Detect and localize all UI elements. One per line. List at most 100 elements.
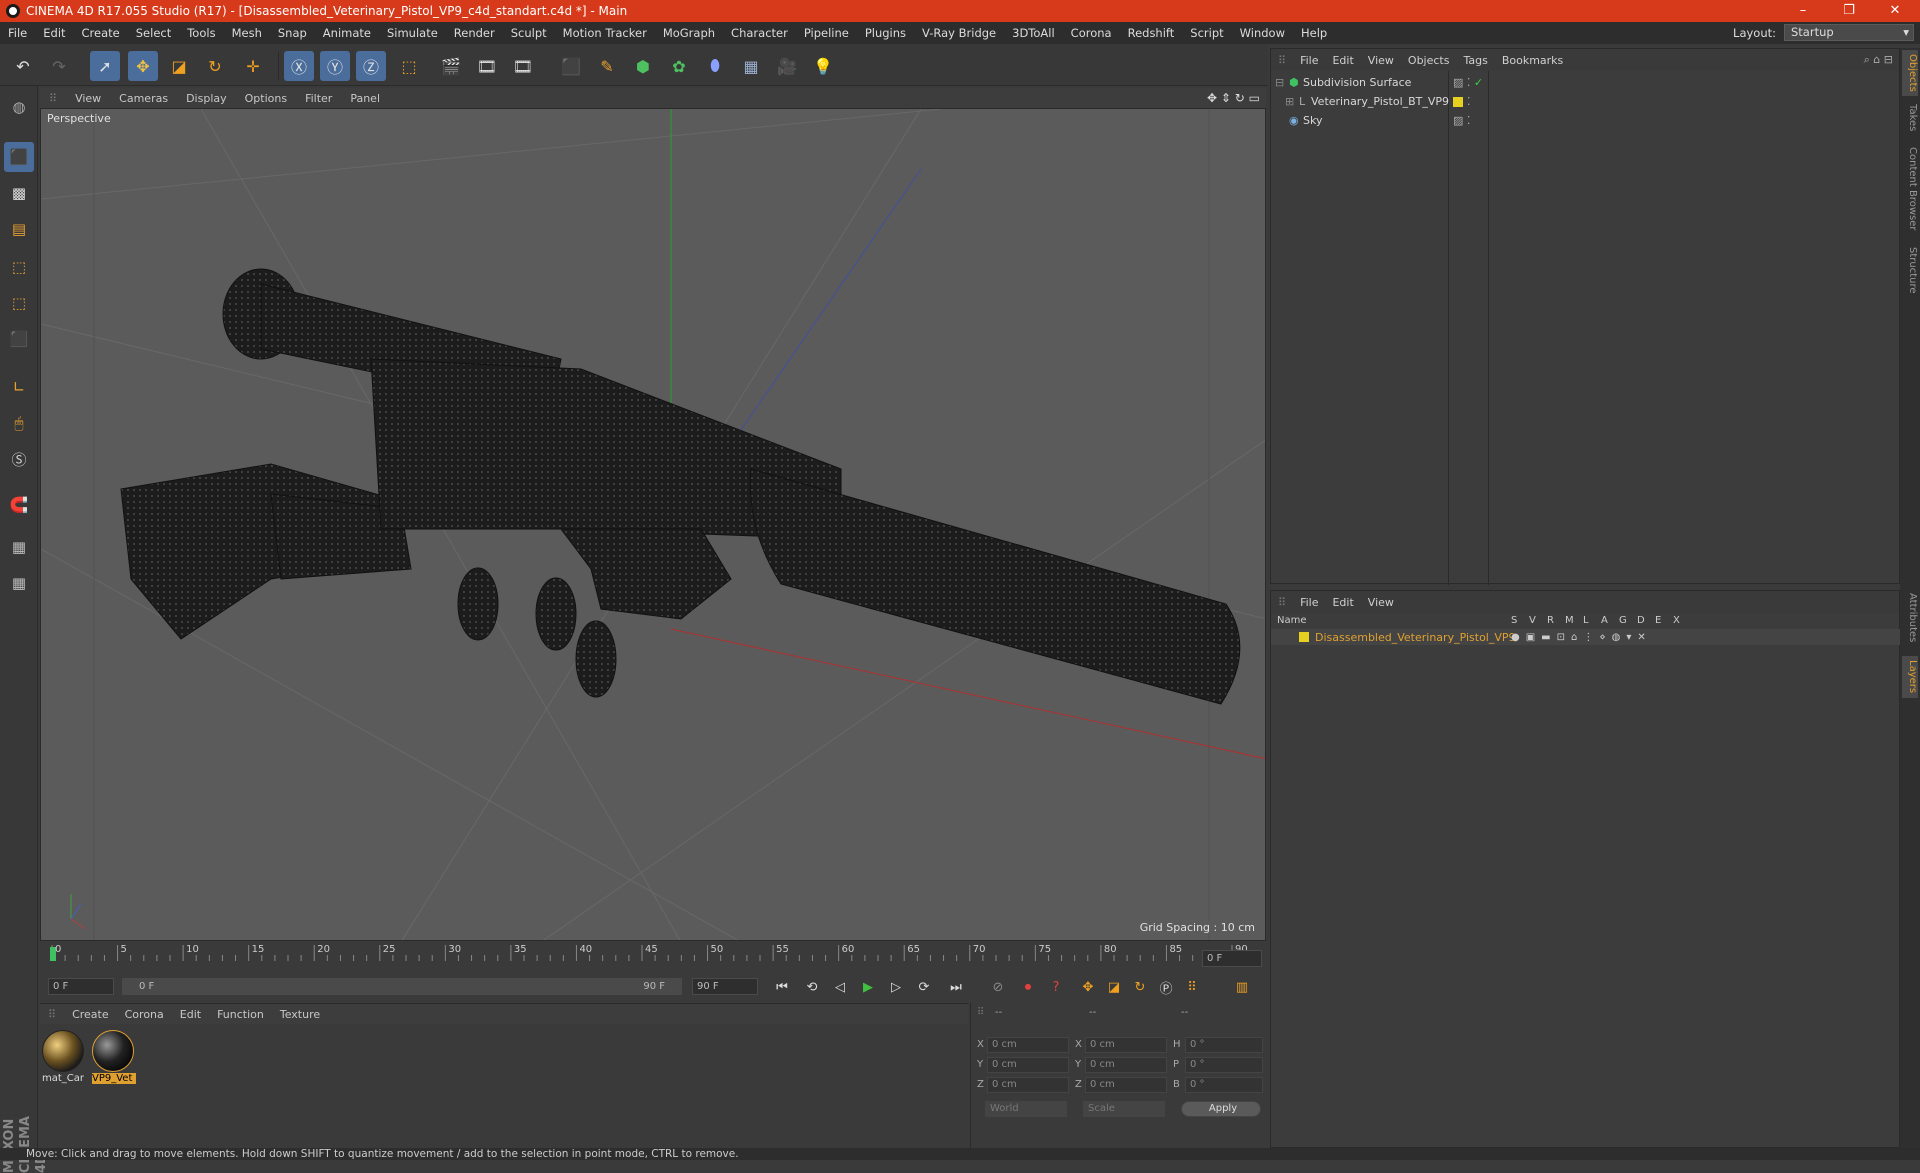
workplane-mode-icon[interactable]: ▤ — [4, 214, 34, 244]
undo-icon[interactable]: ↶ — [8, 51, 38, 81]
pos-x-field[interactable]: 0 cm — [987, 1037, 1069, 1053]
viewport-menu-view[interactable]: View — [66, 92, 110, 105]
previous-key-icon[interactable]: ⟲ — [800, 976, 824, 998]
menu-mograph[interactable]: MoGraph — [655, 26, 723, 40]
current-frame-field[interactable]: 0 F — [1202, 950, 1262, 967]
viewport-menu-options[interactable]: Options — [236, 92, 296, 105]
subdivision-surface-icon[interactable]: ⬢ — [628, 51, 658, 81]
perspective-viewport[interactable]: Perspective Grid Spacing : 10 cm — [40, 108, 1266, 941]
column-locked[interactable]: L — [1583, 615, 1589, 626]
minimize-button[interactable]: – — [1780, 0, 1826, 22]
collapse-icon[interactable]: ⊟ — [1275, 76, 1289, 89]
object-menu-file[interactable]: File — [1293, 54, 1325, 67]
motion-path-icon[interactable]: ⊘ — [986, 976, 1010, 998]
camera-icon[interactable]: 🎥 — [772, 51, 802, 81]
material-swatch[interactable]: mat_Car — [42, 1030, 86, 1088]
menu-render[interactable]: Render — [446, 26, 503, 40]
pos-y-field[interactable]: 0 cm — [987, 1057, 1069, 1073]
layout-dropdown[interactable]: Startup ▾ — [1784, 24, 1914, 41]
visibility-toggle[interactable]: ▨ ⁚ — [1453, 114, 1470, 127]
layer-menu-file[interactable]: File — [1293, 596, 1325, 609]
layer-tag[interactable]: ⁚ — [1453, 95, 1471, 108]
column-render[interactable]: R — [1547, 615, 1554, 626]
coordinate-space-dropdown[interactable]: World — [985, 1101, 1067, 1117]
column-deformers[interactable]: D — [1637, 615, 1645, 626]
pos-z-field[interactable]: 0 cm — [987, 1077, 1069, 1093]
viewport-menu-filter[interactable]: Filter — [296, 92, 341, 105]
snapping-icon[interactable]: Ⓢ — [4, 444, 34, 474]
layer-color-swatch[interactable] — [1299, 632, 1309, 642]
menu-sculpt[interactable]: Sculpt — [503, 26, 555, 40]
material-swatch[interactable]: VP9_Vet — [92, 1030, 136, 1088]
menu-create[interactable]: Create — [74, 26, 128, 40]
render-settings-icon[interactable]: 🎞 — [508, 51, 538, 81]
key-rotation-icon[interactable]: ↻ — [1128, 976, 1152, 998]
edges-mode-icon[interactable]: ⬚ — [4, 288, 34, 318]
transform-tool-icon[interactable]: ✛ — [238, 51, 268, 81]
visibility-toggle[interactable]: ▨ ⁚ ✓ — [1453, 76, 1483, 89]
rotate-tool-icon[interactable]: ↻ — [200, 51, 230, 81]
viewport-menu-cameras[interactable]: Cameras — [110, 92, 177, 105]
expand-icon[interactable]: ⊞ — [1285, 95, 1299, 108]
timeline-ruler[interactable]: 051015202530354045505560657075808590 0 F — [40, 943, 1266, 973]
model-mode-icon[interactable]: ⬛ — [4, 142, 34, 172]
layer-flags[interactable]: ●▣▬⊡⌂⋮⋄◍▾✕ — [1511, 632, 1652, 643]
column-solo[interactable]: S — [1511, 615, 1517, 626]
column-expressions[interactable]: E — [1655, 615, 1661, 626]
viewport-menu-panel[interactable]: Panel — [341, 92, 389, 105]
rot-h-field[interactable]: 0 ° — [1185, 1037, 1263, 1053]
viewport-nav-icons[interactable]: ✥ ⇕ ↻ ▭ — [1207, 91, 1260, 105]
timeline-window-icon[interactable]: ▥ — [1230, 976, 1254, 998]
scale-tool-icon[interactable]: ◪ — [164, 51, 194, 81]
material-menu-function[interactable]: Function — [209, 1008, 272, 1021]
record-icon[interactable]: ⏺ — [1016, 976, 1040, 998]
layer-row[interactable]: Disassembled_Veterinary_Pistol_VP9 ●▣▬⊡⌂… — [1271, 629, 1901, 645]
menu-character[interactable]: Character — [723, 26, 796, 40]
make-editable-icon[interactable]: ◍ — [4, 92, 34, 122]
menu-file[interactable]: File — [0, 26, 35, 40]
size-y-field[interactable]: 0 cm — [1085, 1057, 1167, 1073]
menu-pipeline[interactable]: Pipeline — [796, 26, 857, 40]
tab-structure[interactable]: Structure — [1902, 242, 1918, 298]
key-position-icon[interactable]: ✥ — [1076, 976, 1100, 998]
object-menu-objects[interactable]: Objects — [1401, 54, 1457, 67]
frame-range-slider[interactable]: 0 F 90 F — [122, 978, 682, 995]
menu-redshift[interactable]: Redshift — [1120, 26, 1183, 40]
menu-help[interactable]: Help — [1293, 26, 1335, 40]
key-scale-icon[interactable]: ◪ — [1102, 976, 1126, 998]
planar-workplane-icon[interactable]: ▦ — [4, 568, 34, 598]
column-generators[interactable]: G — [1619, 615, 1627, 626]
polygons-mode-icon[interactable]: ⬛ — [4, 324, 34, 354]
play-icon[interactable]: ▶ — [856, 976, 880, 998]
light-icon[interactable]: 💡 — [808, 51, 838, 81]
render-picture-viewer-icon[interactable]: 🎞 — [472, 51, 502, 81]
cloner-icon[interactable]: ✿ — [664, 51, 694, 81]
x-axis-lock-icon[interactable]: Ⓧ — [284, 51, 314, 81]
tweak-mode-icon[interactable]: 🖱 — [4, 408, 34, 438]
magnet-icon[interactable]: 🧲 — [4, 490, 34, 520]
object-row[interactable]: ◉ Sky ▨ ⁚ — [1271, 111, 1901, 130]
material-menu-corona[interactable]: Corona — [117, 1008, 172, 1021]
maximize-button[interactable]: ❐ — [1826, 0, 1872, 22]
viewport-menu-display[interactable]: Display — [177, 92, 236, 105]
auto-key-icon[interactable]: ? — [1044, 976, 1068, 998]
menu-vray-bridge[interactable]: V-Ray Bridge — [914, 26, 1004, 40]
tab-attributes[interactable]: Attributes — [1902, 588, 1918, 648]
key-pla-icon[interactable]: ⠿ — [1180, 976, 1204, 998]
menu-corona[interactable]: Corona — [1063, 26, 1120, 40]
object-menu-edit[interactable]: Edit — [1325, 54, 1360, 67]
start-frame-field[interactable]: 0 F — [48, 978, 114, 995]
end-frame-field[interactable]: 90 F — [692, 978, 758, 995]
y-axis-lock-icon[interactable]: Ⓨ — [320, 51, 350, 81]
material-menu-create[interactable]: Create — [64, 1008, 117, 1021]
column-animation[interactable]: A — [1601, 615, 1608, 626]
deformer-icon[interactable]: ⬮ — [700, 51, 730, 81]
menu-select[interactable]: Select — [128, 26, 179, 40]
points-mode-icon[interactable]: ⬚ — [4, 252, 34, 282]
menu-plugins[interactable]: Plugins — [857, 26, 914, 40]
tab-takes[interactable]: Takes — [1902, 100, 1918, 136]
object-menu-view[interactable]: View — [1361, 54, 1401, 67]
menu-window[interactable]: Window — [1232, 26, 1293, 40]
go-to-end-icon[interactable]: ⏭ — [944, 976, 968, 998]
spline-pen-icon[interactable]: ✎ — [592, 51, 622, 81]
